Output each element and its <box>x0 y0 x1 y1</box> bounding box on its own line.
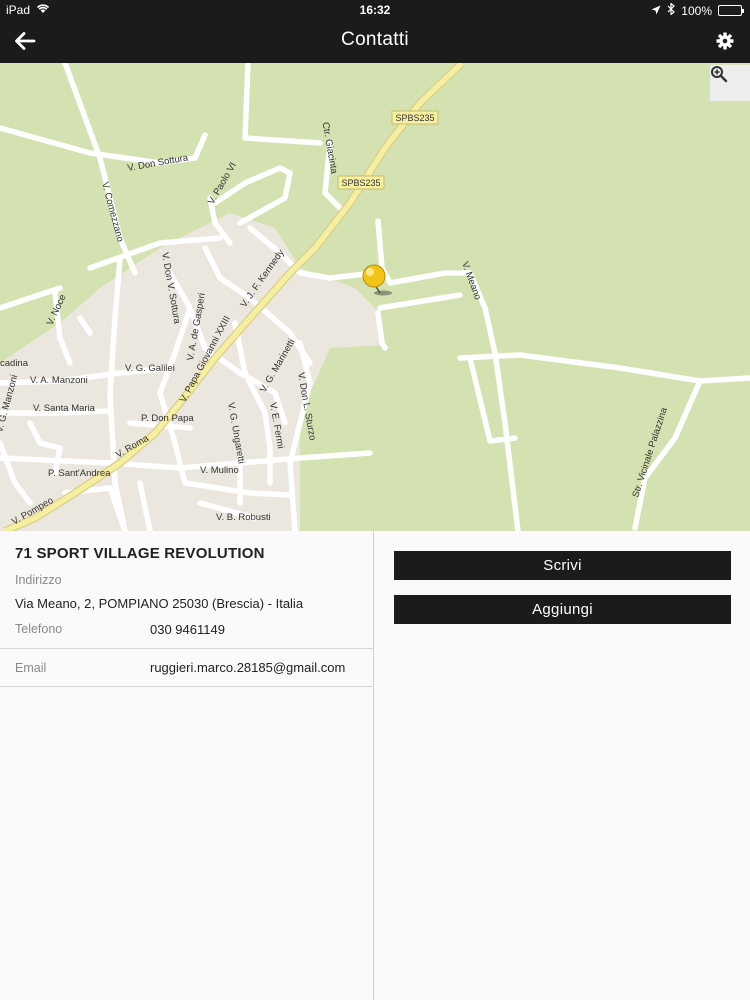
phone-value[interactable]: 030 9461149 <box>150 622 225 637</box>
page-title: Contatti <box>341 29 409 50</box>
road-label: V. Mulino <box>200 465 239 476</box>
zoom-in-icon[interactable] <box>710 65 750 101</box>
battery-percent: 100% <box>681 3 712 18</box>
map-canvas: SPBS235 SPBS235 Ctr. Giacinta V. Don Sot… <box>0 63 750 531</box>
status-right: 100% <box>651 2 744 18</box>
actions-panel: Scrivi Aggiungi <box>375 531 750 1000</box>
gear-icon[interactable] <box>716 32 734 50</box>
map-view[interactable]: SPBS235 SPBS235 Ctr. Giacinta V. Don Sot… <box>0 63 750 531</box>
phone-label: Telefono <box>15 622 63 636</box>
road-label: Ctr. Giacinta <box>320 121 340 175</box>
address-value[interactable]: Via Meano, 2, POMPIANO 25030 (Brescia) -… <box>15 596 303 611</box>
divider <box>0 686 374 687</box>
contact-name: 71 SPORT VILLAGE REVOLUTION <box>15 545 265 562</box>
nav-bar: Contatti <box>0 20 750 63</box>
road-label: V. Don Sottura <box>127 152 190 174</box>
contact-panel: 71 SPORT VILLAGE REVOLUTION Indirizzo Vi… <box>0 531 374 1000</box>
road-label: V. B. Robusti <box>216 512 271 523</box>
road-label: V. A. Manzoni <box>30 375 88 386</box>
email-value[interactable]: ruggieri.marco.28185@gmail.com <box>150 660 345 675</box>
location-arrow-icon <box>651 4 661 18</box>
road-label: cadina <box>0 358 29 369</box>
road-label: P. Don Papa <box>141 413 194 424</box>
road-label: V. G. Galilei <box>125 363 175 374</box>
divider <box>0 648 374 649</box>
battery-icon <box>718 5 744 16</box>
address-label: Indirizzo <box>15 573 62 587</box>
status-bar: iPad 16:32 100% <box>0 0 750 20</box>
road-label: P. Sant'Andrea <box>48 468 111 479</box>
road-label: V. Santa Maria <box>33 403 96 414</box>
email-label: Email <box>15 661 47 675</box>
shield-label: SPBS235 <box>341 178 380 188</box>
add-contact-button[interactable]: Aggiungi <box>394 595 731 624</box>
write-button[interactable]: Scrivi <box>394 551 731 580</box>
route-shield-1: SPBS235 <box>391 110 439 125</box>
shield-label: SPBS235 <box>395 113 434 123</box>
road-label: V. Comezzano <box>99 181 126 243</box>
bluetooth-icon <box>667 2 676 18</box>
route-shield-2: SPBS235 <box>337 175 385 190</box>
road-label: V. Meano <box>459 260 483 301</box>
status-time: 16:32 <box>359 3 391 17</box>
